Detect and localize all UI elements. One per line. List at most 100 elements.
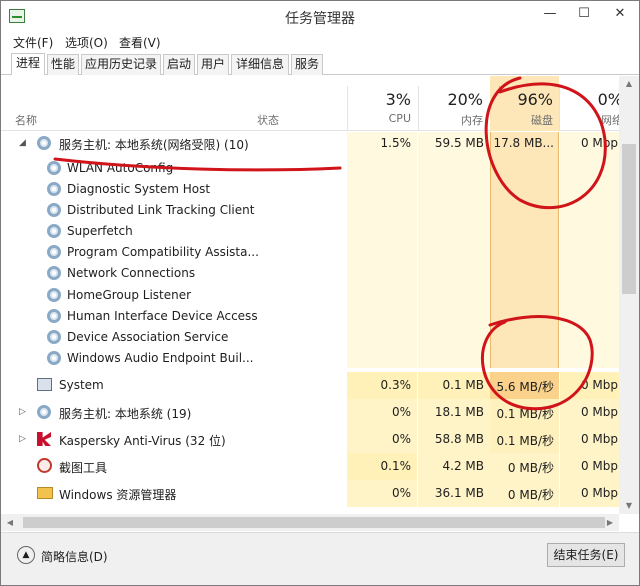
minimize-button[interactable]: — xyxy=(533,1,567,27)
process-disk: 0.1 MB/秒 xyxy=(496,407,554,421)
header-disk-percent[interactable]: 96% xyxy=(493,90,553,109)
header-memory-percent[interactable]: 20% xyxy=(421,90,483,109)
menu-view[interactable]: 查看(V) xyxy=(119,34,161,51)
service-name: Distributed Link Tracking Client xyxy=(67,203,255,217)
gear-icon xyxy=(47,224,61,238)
process-network: 0 Mbp xyxy=(580,432,618,446)
table-row-windows-explorer[interactable]: Windows 资源管理器 0% 36.1 MB 0 MB/秒 0 Mbp xyxy=(1,480,619,507)
process-name: Kaspersky Anti-Virus (32 位) xyxy=(59,434,226,448)
service-item[interactable]: Human Interface Device Access xyxy=(1,306,619,327)
gear-icon xyxy=(47,245,61,259)
footer-bar: ▲ 简略信息(D) 结束任务(E) xyxy=(1,532,639,585)
end-task-button[interactable]: 结束任务(E) xyxy=(547,543,625,567)
header-disk[interactable]: 磁盘 xyxy=(493,112,553,128)
gear-icon xyxy=(47,182,61,196)
service-item[interactable]: WLAN AutoConfig xyxy=(1,158,619,179)
tab-details[interactable]: 详细信息 xyxy=(231,54,289,75)
column-header-row: 名称 状态 3% CPU 20% 内存 ˅ 96% 磁盘 0% 网络 xyxy=(1,76,623,131)
table-row-system[interactable]: System 0.3% 0.1 MB 5.6 MB/秒 0 Mbp xyxy=(1,372,619,399)
process-cpu: 0% xyxy=(391,405,411,419)
header-status[interactable]: 状态 xyxy=(257,112,279,128)
chevron-up-icon[interactable]: ▲ xyxy=(17,546,35,564)
tab-app-history[interactable]: 应用历史记录 xyxy=(81,54,161,75)
process-memory: 0.1 MB xyxy=(442,378,484,392)
header-memory[interactable]: 内存 xyxy=(421,112,483,128)
service-name: Human Interface Device Access xyxy=(67,309,258,323)
tab-services[interactable]: 服务 xyxy=(291,54,323,75)
gear-icon xyxy=(47,330,61,344)
process-memory: 18.1 MB xyxy=(434,405,484,419)
horizontal-scrollbar[interactable]: ◀ ▶ xyxy=(1,514,619,531)
service-item[interactable]: Diagnostic System Host xyxy=(1,179,619,200)
menu-file[interactable]: 文件(F) xyxy=(13,34,53,51)
process-memory: 36.1 MB xyxy=(434,486,484,500)
header-cpu-percent[interactable]: 3% xyxy=(351,90,411,109)
service-item[interactable]: Program Compatibility Assista... xyxy=(1,242,619,263)
table-row-snipping-tool[interactable]: 截图工具 0.1% 4.2 MB 0 MB/秒 0 Mbp xyxy=(1,453,619,480)
folder-icon xyxy=(37,487,53,499)
tab-performance[interactable]: 性能 xyxy=(47,54,79,75)
close-button[interactable]: ✕ xyxy=(601,1,639,27)
scroll-down-icon[interactable]: ▼ xyxy=(619,498,639,514)
tab-startup[interactable]: 启动 xyxy=(163,54,195,75)
service-item[interactable]: HomeGroup Listener xyxy=(1,285,619,306)
service-item[interactable]: Windows Audio Endpoint Buil... xyxy=(1,348,619,369)
service-name: Diagnostic System Host xyxy=(67,182,211,196)
tab-bar: 进程 性能 应用历史记录 启动 用户 详细信息 服务 xyxy=(1,53,639,75)
service-name: Superfetch xyxy=(67,224,133,238)
gear-icon xyxy=(47,288,61,302)
process-memory: 58.8 MB xyxy=(434,432,484,446)
header-network-percent[interactable]: 0% xyxy=(563,90,623,109)
fewer-details-label[interactable]: 简略信息(D) xyxy=(41,548,108,565)
horizontal-scroll-thumb[interactable] xyxy=(23,517,605,528)
service-item[interactable]: Superfetch xyxy=(1,221,619,242)
service-name: WLAN AutoConfig xyxy=(67,161,174,175)
process-cpu: 0.3% xyxy=(380,378,412,392)
process-disk: 0.1 MB/秒 xyxy=(496,434,554,448)
table-row-kaspersky[interactable]: ▷ Kaspersky Anti-Virus (32 位) 0% 58.8 MB… xyxy=(1,426,619,453)
gear-icon xyxy=(37,136,51,150)
service-name: HomeGroup Listener xyxy=(67,288,192,302)
process-name: 截图工具 xyxy=(59,461,108,475)
table-row-service-host[interactable]: ▷ 服务主机: 本地系统 (19) 0% 18.1 MB 0.1 MB/秒 0 … xyxy=(1,399,619,426)
process-disk: 0 MB/秒 xyxy=(507,488,554,502)
process-network: 0 Mbp xyxy=(580,405,618,419)
header-network[interactable]: 网络 xyxy=(563,112,623,128)
group-name: 服务主机: 本地系统(网络受限) (10) xyxy=(59,138,249,152)
process-cpu: 0% xyxy=(391,432,411,446)
gear-icon xyxy=(47,351,61,365)
title-bar: 任务管理器 — ☐ ✕ xyxy=(1,1,639,31)
vertical-scroll-thumb[interactable] xyxy=(622,144,636,294)
process-name: System xyxy=(59,378,104,392)
scroll-right-icon[interactable]: ▶ xyxy=(601,514,619,531)
header-cpu[interactable]: CPU xyxy=(351,112,411,125)
gear-icon xyxy=(47,309,61,323)
gear-icon xyxy=(47,203,61,217)
service-item[interactable]: Device Association Service xyxy=(1,327,619,348)
tab-processes[interactable]: 进程 xyxy=(11,53,45,75)
kaspersky-icon xyxy=(37,432,51,446)
group-cpu: 1.5% xyxy=(380,136,412,150)
tab-users[interactable]: 用户 xyxy=(197,54,229,75)
process-name: Windows 资源管理器 xyxy=(59,488,177,502)
process-network: 0 Mbp xyxy=(580,378,618,392)
collapse-arrow-icon[interactable]: ◢ xyxy=(19,138,26,148)
service-name: Network Connections xyxy=(67,266,196,280)
scroll-left-icon[interactable]: ◀ xyxy=(1,514,19,531)
service-name: Device Association Service xyxy=(67,330,229,344)
service-item[interactable]: Distributed Link Tracking Client xyxy=(1,200,619,221)
expand-arrow-icon[interactable]: ▷ xyxy=(19,434,26,444)
menu-options[interactable]: 选项(O) xyxy=(65,34,108,51)
vertical-scrollbar[interactable]: ▲ ▼ xyxy=(619,76,639,514)
group-disk: 17.8 MB... xyxy=(493,136,554,150)
header-name[interactable]: 名称 xyxy=(15,112,37,128)
service-item[interactable]: Network Connections xyxy=(1,263,619,284)
group-network: 0 Mbp xyxy=(580,136,618,150)
maximize-button[interactable]: ☐ xyxy=(567,1,601,27)
process-network: 0 Mbp xyxy=(580,486,618,500)
process-name: 服务主机: 本地系统 (19) xyxy=(59,407,192,421)
expand-arrow-icon[interactable]: ▷ xyxy=(19,407,26,417)
group-row-service-host-network-restricted[interactable]: ◢ 服务主机: 本地系统(网络受限) (10) 1.5% 59.5 MB 17.… xyxy=(1,132,619,154)
process-cpu: 0% xyxy=(391,486,411,500)
scroll-up-icon[interactable]: ▲ xyxy=(619,76,639,92)
